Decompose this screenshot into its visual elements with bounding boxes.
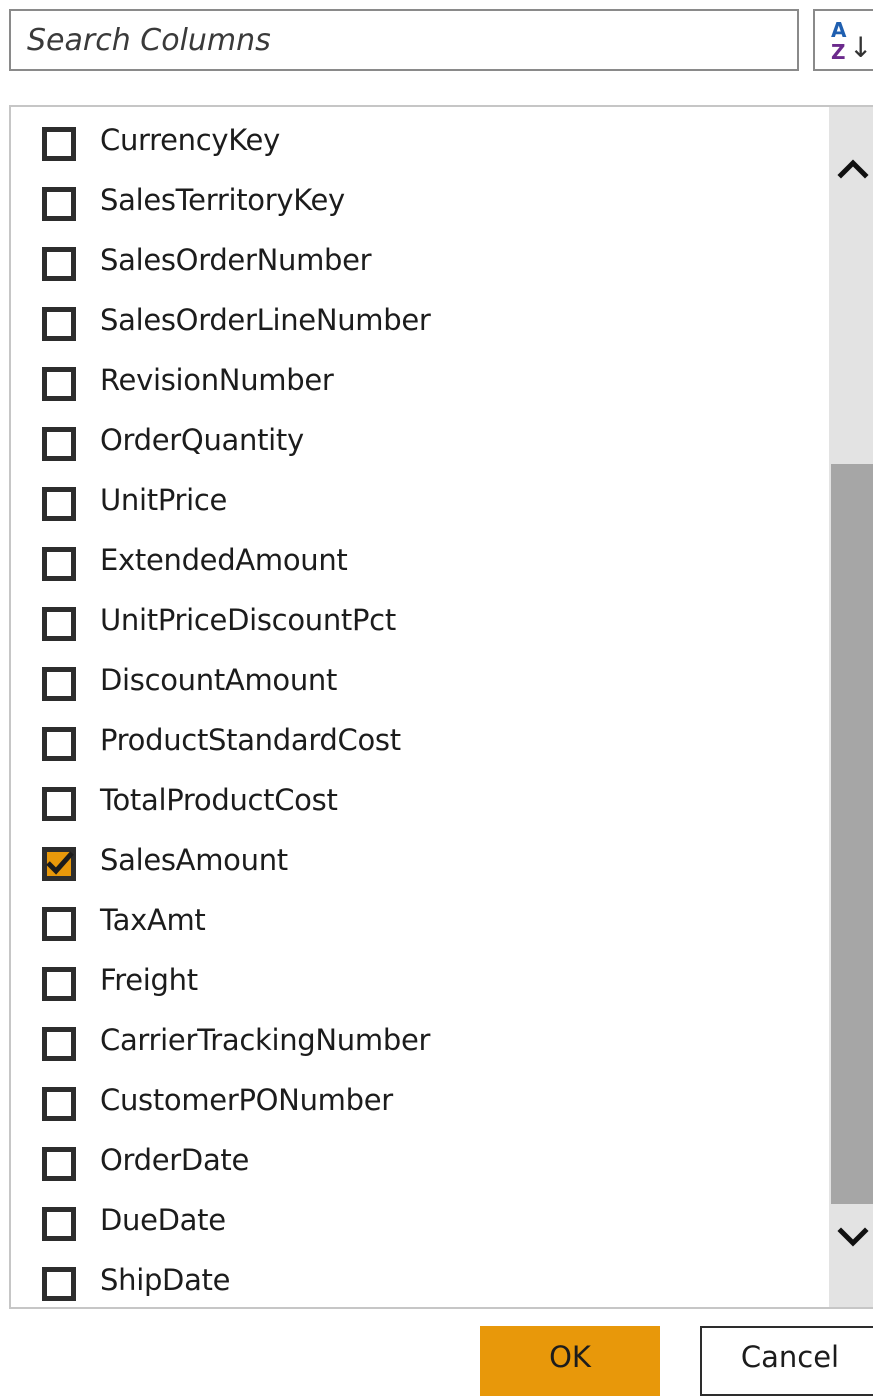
vertical-scrollbar[interactable] bbox=[829, 107, 873, 1307]
checkbox[interactable] bbox=[42, 787, 76, 821]
column-label: SalesOrderLineNumber bbox=[100, 303, 431, 337]
column-label: ShipDate bbox=[100, 1263, 231, 1297]
checkbox-checked[interactable] bbox=[42, 847, 76, 881]
column-label: UnitPrice bbox=[100, 483, 228, 517]
column-label: OrderQuantity bbox=[100, 423, 304, 457]
cancel-button[interactable]: Cancel bbox=[700, 1326, 873, 1396]
checkbox[interactable] bbox=[42, 967, 76, 1001]
checkbox[interactable] bbox=[42, 1207, 76, 1241]
checkbox[interactable] bbox=[42, 1027, 76, 1061]
column-list-item[interactable]: SalesOrderNumber bbox=[11, 230, 829, 290]
sort-glyph-z: Z bbox=[831, 40, 846, 64]
checkbox[interactable] bbox=[42, 907, 76, 941]
checkbox[interactable] bbox=[42, 1087, 76, 1121]
column-list-item[interactable]: UnitPrice bbox=[11, 470, 829, 530]
column-label: CustomerPONumber bbox=[100, 1083, 393, 1117]
column-label: Freight bbox=[100, 963, 198, 997]
checkbox[interactable] bbox=[42, 1147, 76, 1181]
checkbox[interactable] bbox=[42, 1267, 76, 1301]
column-list-item[interactable]: CurrencyKey bbox=[11, 110, 829, 170]
search-columns-box[interactable] bbox=[9, 9, 799, 71]
search-columns-input[interactable] bbox=[11, 11, 797, 69]
column-list-item[interactable]: Freight bbox=[11, 950, 829, 1010]
checkbox[interactable] bbox=[42, 607, 76, 641]
column-list-item[interactable]: OrderDate bbox=[11, 1130, 829, 1190]
sort-ascending-button[interactable]: A Z ↓ bbox=[813, 9, 873, 71]
column-list-item[interactable]: TaxAmt bbox=[11, 890, 829, 950]
scroll-up-button[interactable] bbox=[829, 147, 873, 187]
column-label: TotalProductCost bbox=[100, 783, 338, 817]
column-list-item[interactable]: TotalProductCost bbox=[11, 770, 829, 830]
column-list-item[interactable]: CustomerPONumber bbox=[11, 1070, 829, 1130]
checkbox[interactable] bbox=[42, 487, 76, 521]
column-label: CarrierTrackingNumber bbox=[100, 1023, 431, 1057]
column-list-panel: CurrencyKey SalesTerritoryKey SalesOrderNu… bbox=[9, 105, 873, 1309]
column-list: CurrencyKey SalesTerritoryKey SalesOrderNu… bbox=[11, 107, 829, 1307]
column-label: TaxAmt bbox=[100, 903, 206, 937]
column-label: ExtendedAmount bbox=[100, 543, 348, 577]
column-list-item[interactable]: SalesTerritoryKey bbox=[11, 170, 829, 230]
checkbox[interactable] bbox=[42, 727, 76, 761]
checkbox[interactable] bbox=[42, 127, 76, 161]
sort-az-icon: A Z ↓ bbox=[831, 18, 869, 64]
chevron-down-icon bbox=[837, 1227, 869, 1247]
column-label: UnitPriceDiscountPct bbox=[100, 603, 396, 637]
column-label: DiscountAmount bbox=[100, 663, 338, 697]
column-list-item[interactable]: UnitPriceDiscountPct bbox=[11, 590, 829, 650]
checkbox[interactable] bbox=[42, 367, 76, 401]
column-list-item[interactable]: ProductStandardCost bbox=[11, 710, 829, 770]
column-list-item[interactable]: DueDate bbox=[11, 1190, 829, 1250]
checkbox[interactable] bbox=[42, 667, 76, 701]
column-list-item[interactable]: DiscountAmount bbox=[11, 650, 829, 710]
column-list-item[interactable]: OrderQuantity bbox=[11, 410, 829, 470]
column-label: CurrencyKey bbox=[100, 123, 280, 157]
column-label: RevisionNumber bbox=[100, 363, 334, 397]
scroll-down-button[interactable] bbox=[829, 1217, 873, 1257]
ok-button[interactable]: OK bbox=[480, 1326, 660, 1396]
column-label: SalesTerritoryKey bbox=[100, 183, 345, 217]
column-list-item[interactable]: SalesAmount bbox=[11, 830, 829, 890]
column-list-item[interactable]: RevisionNumber bbox=[11, 350, 829, 410]
checkbox[interactable] bbox=[42, 307, 76, 341]
column-label: ProductStandardCost bbox=[100, 723, 401, 757]
checkbox[interactable] bbox=[42, 547, 76, 581]
column-list-item[interactable]: ShipDate bbox=[11, 1250, 829, 1307]
checkmark-icon bbox=[46, 851, 74, 875]
sort-glyph-a: A bbox=[831, 18, 847, 42]
scrollbar-thumb[interactable] bbox=[831, 464, 873, 1204]
column-label: SalesOrderNumber bbox=[100, 243, 372, 277]
column-list-item[interactable]: SalesOrderLineNumber bbox=[11, 290, 829, 350]
sort-glyph-arrow: ↓ bbox=[849, 31, 869, 64]
column-label: DueDate bbox=[100, 1203, 226, 1237]
column-list-item[interactable]: CarrierTrackingNumber bbox=[11, 1010, 829, 1070]
checkbox[interactable] bbox=[42, 187, 76, 221]
column-label: SalesAmount bbox=[100, 843, 288, 877]
column-label: OrderDate bbox=[100, 1143, 250, 1177]
column-list-item[interactable]: ExtendedAmount bbox=[11, 530, 829, 590]
checkbox[interactable] bbox=[42, 427, 76, 461]
checkbox[interactable] bbox=[42, 247, 76, 281]
chevron-up-icon bbox=[837, 159, 869, 179]
